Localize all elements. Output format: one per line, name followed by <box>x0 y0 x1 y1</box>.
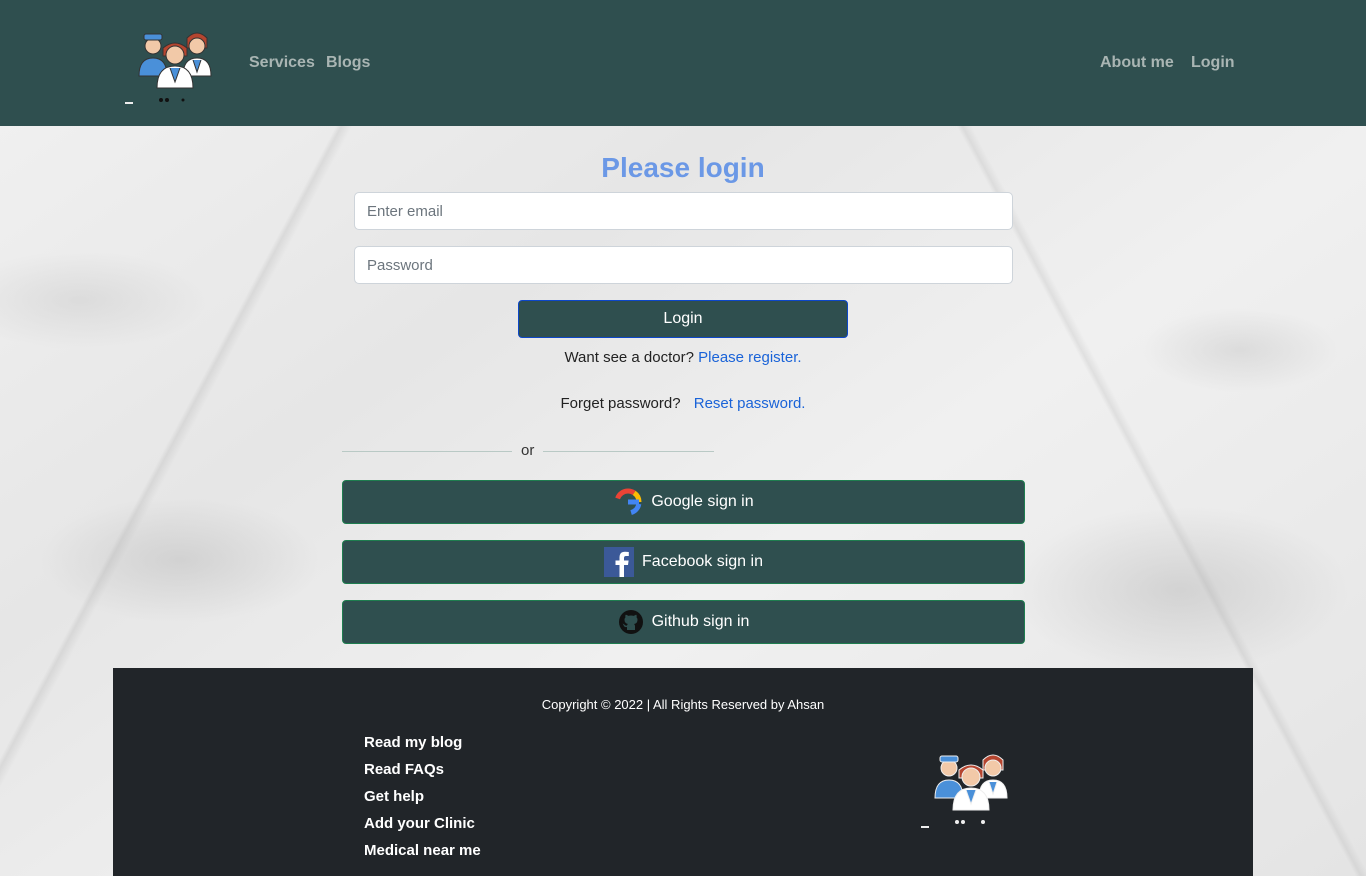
or-label: or <box>521 442 535 459</box>
nav-link-services[interactable]: Services <box>249 52 315 74</box>
nav-link-blogs[interactable]: Blogs <box>326 52 370 74</box>
footer-link-read-my-blog[interactable]: Read my blog <box>364 734 462 751</box>
doctors-logo-icon <box>921 740 1021 832</box>
page-title: Please login <box>601 152 765 183</box>
divider-left <box>342 451 512 452</box>
footer-link-get-help[interactable]: Get help <box>364 788 424 805</box>
facebook-signin-button[interactable]: Facebook sign in <box>342 540 1025 584</box>
github-signin-button[interactable]: Github sign in <box>342 600 1025 644</box>
list-item: Read my blog <box>364 732 481 759</box>
facebook-icon <box>604 547 635 577</box>
divider-right <box>543 451 714 452</box>
nav-link-login[interactable]: Login <box>1191 52 1235 74</box>
navbar: Services Blogs About me Login <box>0 0 1366 126</box>
register-prompt-line: Want see a doctor? Please register. <box>0 349 1366 366</box>
footer: Copyright © 2022 | All Rights Reserved b… <box>113 668 1253 876</box>
list-item: Get help <box>364 786 481 813</box>
facebook-signin-label: Facebook sign in <box>642 553 763 570</box>
forgot-password-text: Forget password? <box>560 395 681 412</box>
reset-password-link[interactable]: Reset password. <box>694 395 806 412</box>
password-input[interactable] <box>354 246 1013 284</box>
footer-link-read-faqs[interactable]: Read FAQs <box>364 761 444 778</box>
register-prompt-text: Want see a doctor? <box>564 349 694 366</box>
list-item: Add your Clinic <box>364 813 481 840</box>
nav-link-about-me[interactable]: About me <box>1100 52 1174 74</box>
google-signin-label: Google sign in <box>651 493 754 510</box>
list-item: Medical near me <box>364 840 481 867</box>
register-link[interactable]: Please register. <box>698 349 801 366</box>
footer-links: Read my blog Read FAQs Get help Add your… <box>364 732 481 867</box>
email-input[interactable] <box>354 192 1013 230</box>
google-signin-button[interactable]: Google sign in <box>342 480 1025 524</box>
footer-link-medical-near-me[interactable]: Medical near me <box>364 842 481 859</box>
login-button[interactable]: Login <box>518 300 848 338</box>
forgot-password-line: Forget password? Reset password. <box>0 395 1366 412</box>
footer-link-add-your-clinic[interactable]: Add your Clinic <box>364 815 475 832</box>
github-signin-label: Github sign in <box>651 613 750 630</box>
list-item: Read FAQs <box>364 759 481 786</box>
github-icon <box>618 609 644 635</box>
copyright-text: Copyright © 2022 | All Rights Reserved b… <box>541 697 825 712</box>
doctors-logo-icon[interactable] <box>125 18 225 110</box>
google-icon <box>613 487 643 517</box>
